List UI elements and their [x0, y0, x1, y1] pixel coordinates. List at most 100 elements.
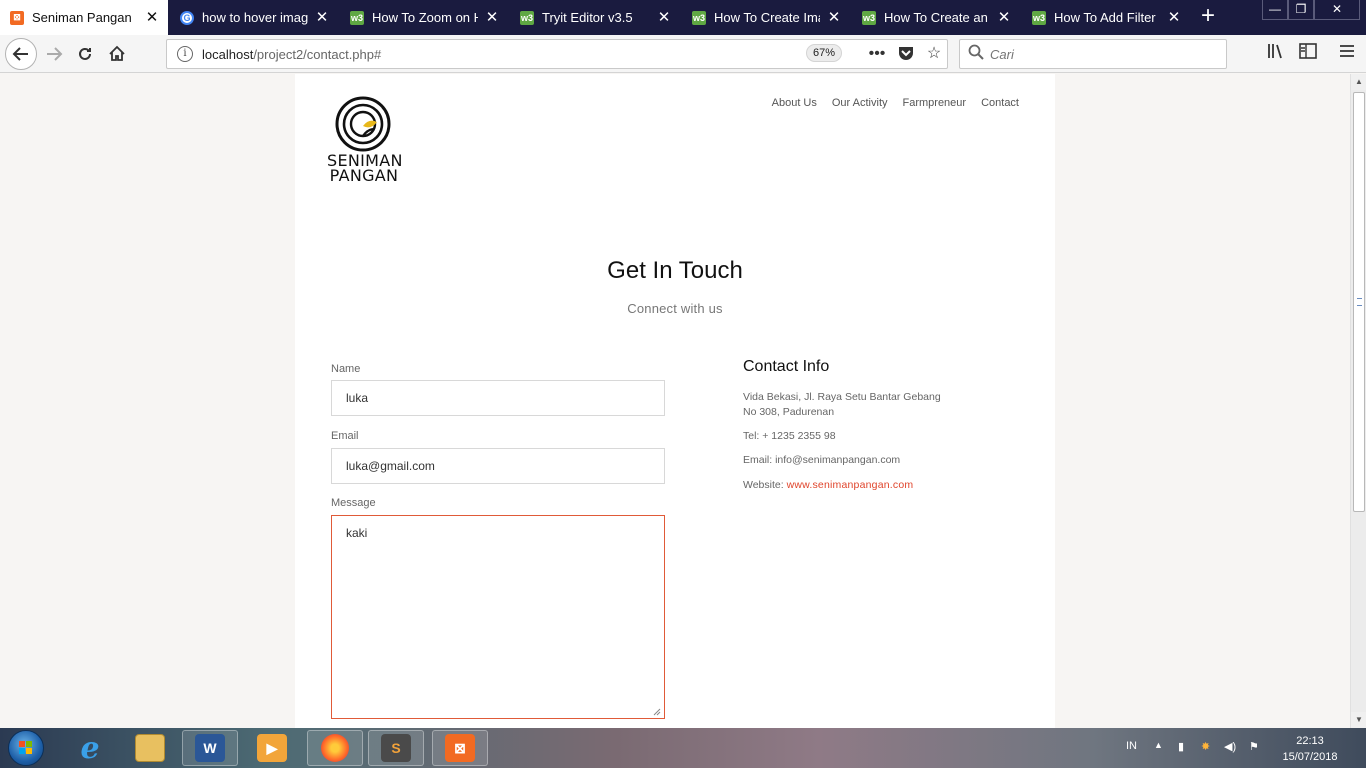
tab-title: Tryit Editor v3.5 [542, 10, 633, 25]
close-icon[interactable]: ✕ [144, 9, 160, 26]
restore-button[interactable]: ❐ [1288, 0, 1314, 20]
scroll-up-icon[interactable]: ▲ [1351, 74, 1366, 90]
resize-grip-icon[interactable] [652, 707, 661, 716]
pocket-icon[interactable] [896, 44, 916, 64]
taskbar-file-explorer[interactable] [122, 730, 178, 766]
back-arrow-icon [12, 47, 28, 61]
input-language[interactable]: IN [1126, 740, 1137, 752]
tab-title: how to hover image [202, 10, 308, 25]
taskbar-media-player[interactable]: ▶ [244, 730, 300, 766]
w3schools-icon: w3 [520, 10, 534, 25]
taskbar-firefox[interactable] [307, 730, 363, 766]
hamburger-menu-icon[interactable] [1336, 43, 1358, 65]
scroll-down-icon[interactable]: ▼ [1351, 712, 1366, 728]
contact-tel: Tel: + 1235 2355 98 [743, 430, 836, 442]
tab-create-image[interactable]: w3 How To Create Imag ✕ [682, 0, 850, 35]
internet-explorer-icon: e [80, 730, 100, 766]
tab-tryit-editor[interactable]: w3 Tryit Editor v3.5 ✕ [510, 0, 680, 35]
clock-date: 15/07/2018 [1282, 751, 1338, 763]
close-icon[interactable]: ✕ [826, 9, 842, 26]
email-input[interactable] [331, 448, 665, 484]
home-icon [109, 45, 125, 61]
contact-website: Website: www.senimanpangan.com [743, 478, 913, 493]
logo-wordmark: SENIMAN PANGAN [327, 153, 402, 185]
taskbar-word[interactable]: W [182, 730, 238, 766]
show-hidden-icons-icon[interactable]: ▲ [1154, 740, 1163, 750]
tab-google-search[interactable]: G how to hover image ✕ [170, 0, 338, 35]
contact-email: Email: info@senimanpangan.com [743, 454, 901, 466]
search-icon [968, 44, 984, 64]
tab-title: How To Create an Im [884, 10, 990, 25]
new-tab-button[interactable]: + [1196, 4, 1220, 28]
close-icon[interactable]: ✕ [484, 9, 500, 26]
close-icon[interactable]: ✕ [1166, 9, 1182, 26]
minimize-button[interactable]: — [1262, 0, 1288, 20]
bookmark-star-icon[interactable]: ☆ [924, 44, 944, 64]
email-label: Email [331, 430, 359, 442]
page-actions-icon[interactable]: ••• [867, 44, 887, 64]
name-label: Name [331, 363, 361, 375]
w3schools-icon: w3 [350, 10, 364, 25]
close-icon[interactable]: ✕ [656, 9, 672, 26]
contact-info-title: Contact Info [743, 358, 830, 375]
sublime-text-icon: S [381, 734, 411, 762]
message-textarea[interactable]: kaki [331, 515, 665, 719]
tab-strip: ⊠ Seniman Pangan ✕ G how to hover image … [0, 0, 1366, 35]
address-line-2: No 308, Padurenan [743, 406, 835, 418]
action-center-flag-icon[interactable]: ⚑ [1249, 740, 1259, 753]
scrollbar-thumb[interactable] [1353, 92, 1365, 512]
reload-button[interactable] [71, 40, 99, 68]
back-button[interactable] [5, 38, 37, 70]
search-input[interactable] [990, 46, 1210, 62]
vertical-scrollbar[interactable]: ▲ ▼ [1350, 74, 1366, 728]
reload-icon [79, 47, 91, 60]
close-window-button[interactable]: ✕ [1314, 0, 1360, 20]
google-icon: G [180, 10, 194, 25]
menu-our-activity[interactable]: Our Activity [832, 97, 888, 109]
taskbar-xampp[interactable]: ⊠ [432, 730, 488, 766]
forward-button[interactable] [40, 40, 68, 68]
library-icon[interactable] [1265, 43, 1287, 65]
windows-logo-icon [19, 741, 32, 754]
close-icon[interactable]: ✕ [314, 9, 330, 26]
taskbar-internet-explorer[interactable]: e [62, 730, 118, 766]
search-bar[interactable] [959, 39, 1227, 69]
sidebar-icon[interactable] [1297, 43, 1319, 65]
page-viewport: SENIMAN PANGAN About Us Our Activity Far… [0, 74, 1350, 728]
logo-line-2: PANGAN [329, 166, 399, 185]
website-label: Website: [743, 479, 787, 491]
tab-title: How To Add Filter Ef [1054, 10, 1160, 25]
close-icon[interactable]: ✕ [996, 9, 1012, 26]
tab-title: How To Create Imag [714, 10, 820, 25]
tab-zoom-hover[interactable]: w3 How To Zoom on Ho ✕ [340, 0, 508, 35]
home-button[interactable] [103, 40, 131, 68]
menu-farmpreneur[interactable]: Farmpreneur [903, 97, 967, 109]
main-menu: About Us Our Activity Farmpreneur Contac… [772, 97, 1019, 109]
menu-contact[interactable]: Contact [981, 97, 1019, 109]
taskbar-sublime-text[interactable]: S [368, 730, 424, 766]
url-host: localhost [202, 46, 254, 62]
tab-add-filter[interactable]: w3 How To Add Filter Ef ✕ [1022, 0, 1190, 35]
xampp-icon: ⊠ [445, 734, 475, 762]
menu-about-us[interactable]: About Us [772, 97, 817, 109]
contact-address: Vida Bekasi, Jl. Raya Setu Bantar Gebang… [743, 390, 941, 420]
firefox-icon [321, 734, 349, 762]
address-line-1: Vida Bekasi, Jl. Raya Setu Bantar Gebang [743, 391, 941, 403]
volume-icon[interactable]: ◀) [1224, 740, 1236, 753]
network-icon[interactable]: ✸ [1201, 740, 1210, 753]
name-input[interactable] [331, 380, 665, 416]
tab-seniman-pangan[interactable]: ⊠ Seniman Pangan ✕ [0, 0, 168, 35]
message-label: Message [331, 497, 376, 509]
battery-icon[interactable]: ▮ [1178, 740, 1184, 753]
start-button[interactable] [8, 730, 44, 766]
website-link[interactable]: www.senimanpangan.com [787, 479, 914, 491]
zoom-indicator[interactable]: 67% [806, 44, 842, 62]
tab-create-image-2[interactable]: w3 How To Create an Im ✕ [852, 0, 1020, 35]
system-clock[interactable]: 22:13 15/07/2018 [1280, 733, 1340, 765]
w3schools-icon: w3 [692, 10, 706, 25]
page-subtitle: Connect with us [627, 301, 723, 316]
site-info-icon[interactable]: i [177, 46, 193, 62]
url-path: /project2/contact.php# [253, 46, 382, 62]
forward-arrow-icon [47, 47, 63, 61]
page-container: SENIMAN PANGAN About Us Our Activity Far… [295, 74, 1055, 728]
